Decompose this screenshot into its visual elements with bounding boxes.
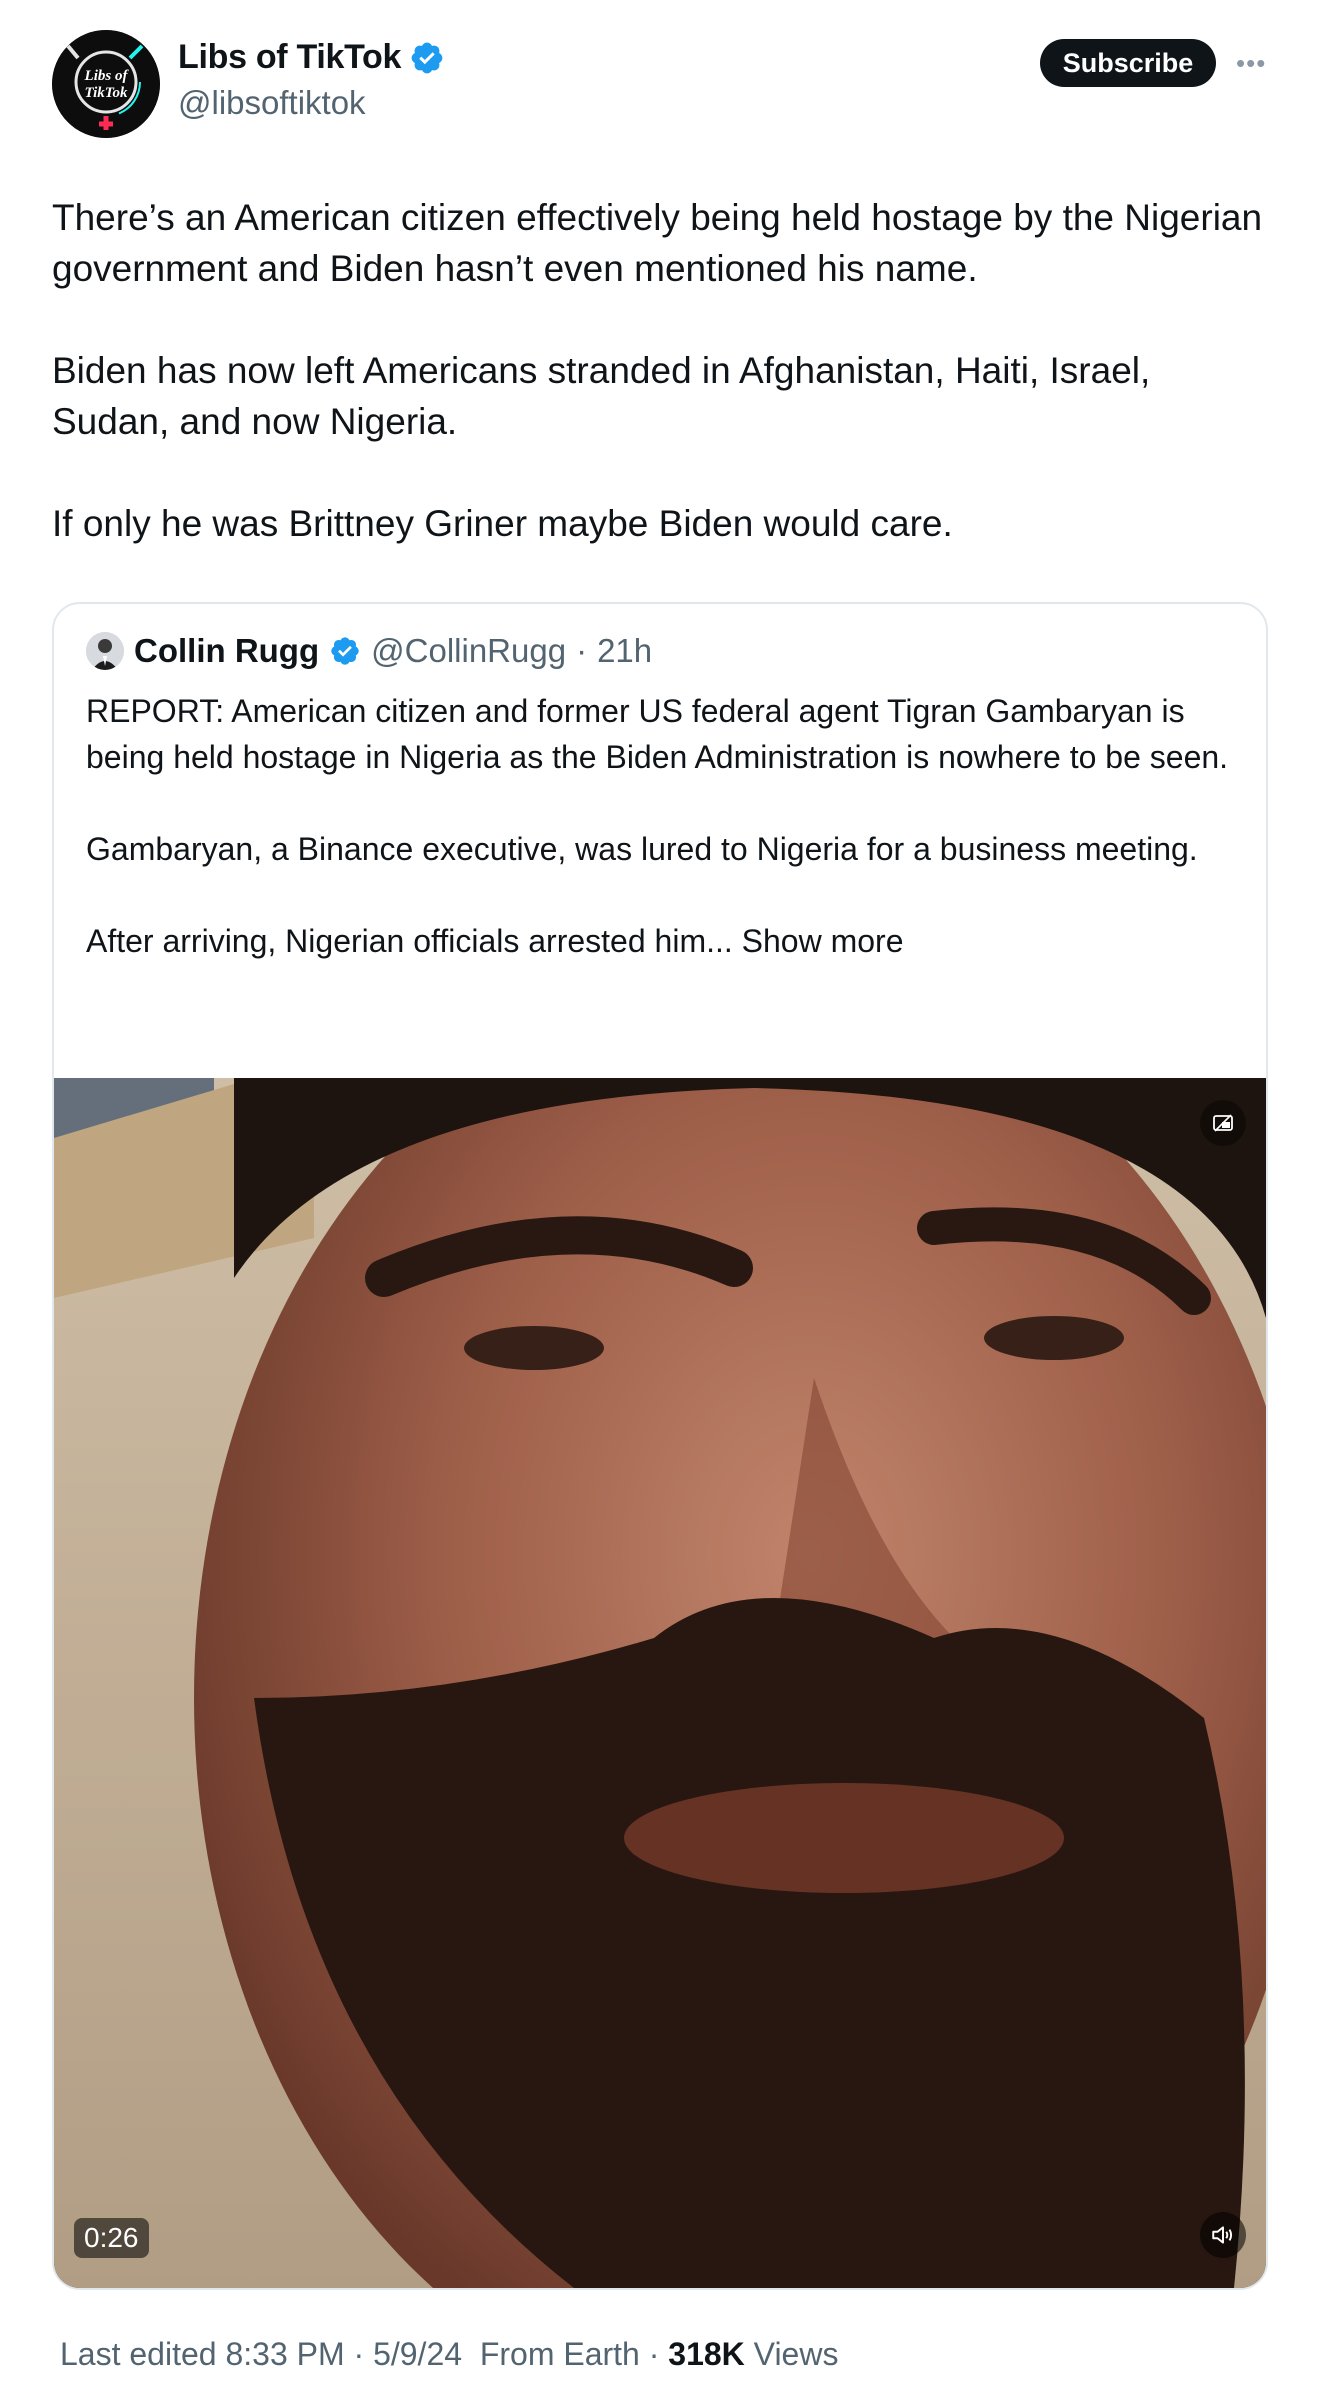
meta-separator: · <box>353 2336 365 2372</box>
video-duration: 0:26 <box>74 2218 149 2258</box>
avatar-logo-line1: Libs of <box>84 68 130 84</box>
picture-in-picture-icon[interactable] <box>1200 1100 1246 1146</box>
views-count: 318K <box>668 2336 745 2372</box>
tweet-paragraph: Biden has now left Americans stranded in… <box>52 350 1151 442</box>
quoted-paragraph: REPORT: American citizen and former US f… <box>86 693 1229 775</box>
author-avatar[interactable]: Libs of TikTok <box>52 30 160 138</box>
more-dots-icon[interactable]: ••• <box>1236 48 1266 78</box>
author-name[interactable]: Libs of TikTok <box>178 38 401 77</box>
quoted-author-name: Collin Rugg <box>134 632 320 669</box>
tweet-time[interactable]: 8:33 PM <box>225 2336 344 2372</box>
tweet-paragraph: There’s an American citizen effectively … <box>52 197 1263 289</box>
tweet-date[interactable]: 5/9/24 <box>373 2336 462 2372</box>
quoted-tweet-header: Collin Rugg @CollinRugg · 21h <box>86 632 652 670</box>
quoted-author-avatar <box>86 632 124 670</box>
quoted-paragraph: After arriving, Nigerian officials arres… <box>86 923 733 959</box>
show-more-link[interactable]: Show more <box>742 923 904 959</box>
edited-label[interactable]: Last edited <box>60 2336 217 2372</box>
tweet-meta: Last edited 8:33 PM · 5/9/24 From Earth … <box>60 2336 838 2373</box>
quoted-separator: · <box>576 632 588 669</box>
video-frame <box>54 1078 1266 2288</box>
views-label: Views <box>753 2336 839 2372</box>
quoted-tweet-text: REPORT: American citizen and former US f… <box>86 688 1236 964</box>
meta-separator: · <box>648 2336 660 2372</box>
avatar-logo-line2: TikTok <box>84 85 128 101</box>
author-handle[interactable]: @libsoftiktok <box>178 84 366 122</box>
quoted-paragraph-last: After arriving, Nigerian officials arres… <box>86 918 1236 964</box>
tweet-text: There’s an American citizen effectively … <box>52 192 1272 549</box>
video-player[interactable]: 0:26 <box>54 1078 1266 2288</box>
quoted-timestamp[interactable]: 21h <box>597 632 652 670</box>
tweet-paragraph: If only he was Brittney Griner maybe Bid… <box>52 503 953 544</box>
quoted-paragraph: Gambaryan, a Binance executive, was lure… <box>86 831 1198 867</box>
quoted-author-handle: @CollinRugg <box>371 632 567 669</box>
speaker-muted-icon[interactable] <box>1200 2212 1246 2258</box>
quoted-tweet-card[interactable]: Collin Rugg @CollinRugg · 21h REPORT: Amer… <box>52 602 1268 2290</box>
author-name-row[interactable]: Libs of TikTok <box>178 38 445 77</box>
subscribe-button[interactable]: Subscribe <box>1040 39 1216 87</box>
tweet-source: From Earth <box>479 2336 640 2372</box>
verified-badge-icon <box>411 42 443 73</box>
verified-badge-icon <box>331 637 359 665</box>
